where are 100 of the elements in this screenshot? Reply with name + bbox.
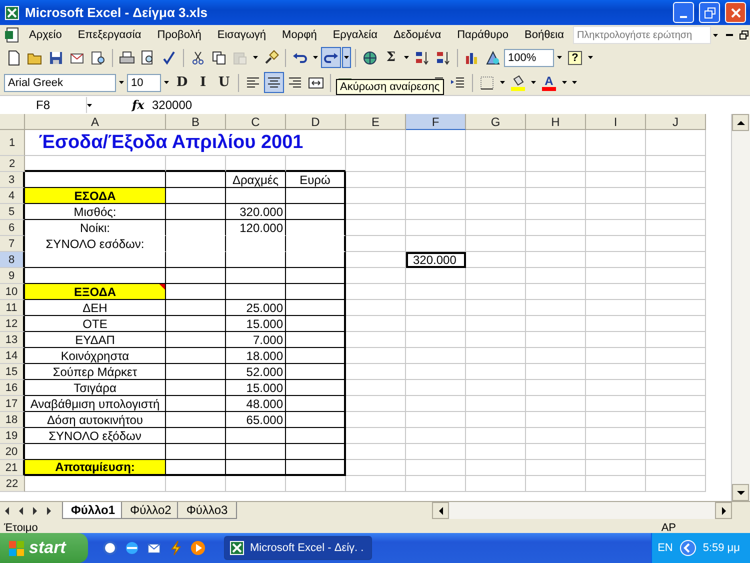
table-cell[interactable] [286,316,346,332]
table-cell[interactable] [25,252,166,268]
table-cell[interactable] [286,364,346,380]
table-cell[interactable]: ΣΥΝΟΛΟ εσόδων: [25,236,166,252]
table-cell[interactable]: ΟΤΕ [25,316,166,332]
combo-box[interactable]: Arial Greek [4,74,116,92]
row-header[interactable]: 9 [0,268,25,284]
row-header[interactable]: 21 [0,460,25,476]
table-cell[interactable]: Αποταμίευση: [25,460,166,476]
column-header[interactable]: F [406,114,466,130]
menu-item[interactable]: Δεδομένα [386,28,448,42]
table-cell[interactable]: 48.000 [226,396,286,412]
taskbar-button[interactable]: Microsoft Excel - Δείγ. . [224,536,372,560]
column-header[interactable]: I [586,114,646,130]
row-header[interactable]: 3 [0,172,25,188]
table-cell[interactable] [286,428,346,444]
combo-box[interactable]: 10 [127,74,161,92]
table-cell[interactable] [166,316,226,332]
table-cell[interactable] [286,396,346,412]
restore-button[interactable] [699,2,720,23]
row-header[interactable]: 14 [0,348,25,364]
function-label[interactable]: fx [132,98,152,112]
toolbar-button[interactable] [264,72,284,93]
table-cell[interactable]: Δόση αυτοκινήτου [25,412,166,428]
table-cell[interactable]: 320.000 [226,204,286,220]
table-cell[interactable]: Ευρώ [286,172,346,188]
column-header[interactable]: D [286,114,346,130]
table-cell[interactable]: Αναβάθμιση υπολογιστή [25,396,166,412]
table-cell[interactable]: ΕΥΔΑΠ [25,332,166,348]
table-cell[interactable]: 52.000 [226,364,286,380]
table-cell[interactable] [166,444,226,460]
menu-item[interactable]: Παράθυρο [450,28,516,42]
menu-item[interactable]: Αρχείο [22,28,69,42]
menu-item[interactable]: Βοήθεια [518,28,571,42]
table-cell[interactable] [166,332,226,348]
table-cell[interactable]: Μισθός: [25,204,166,220]
table-cell[interactable] [226,268,286,284]
table-cell[interactable] [286,412,346,428]
row-header[interactable]: 8 [0,252,25,268]
table-cell[interactable] [286,460,346,476]
row-header[interactable]: 6 [0,220,25,236]
sheet-tab[interactable]: Φύλλο3 [177,502,237,519]
table-cell[interactable] [166,412,226,428]
menu-item[interactable]: Προβολή [150,28,208,42]
table-cell[interactable]: ΕΣΟΔΑ [25,188,166,204]
active-cell[interactable]: 320.000 [406,252,466,268]
table-cell[interactable] [286,332,346,348]
scroll-left-button[interactable] [432,502,449,519]
table-cell[interactable]: 25.000 [226,300,286,316]
font-color-button[interactable]: A [539,72,559,93]
table-cell[interactable]: ΕΞΟΔΑ [25,284,166,300]
close-button[interactable] [725,2,746,23]
format-button[interactable]: I [193,72,213,93]
table-cell[interactable]: Νοίκι: [25,220,166,236]
row-header[interactable]: 18 [0,412,25,428]
row-header[interactable]: 12 [0,316,25,332]
table-cell[interactable] [166,460,226,476]
format-button[interactable]: D [172,72,192,93]
menu-item[interactable]: Μορφή [275,28,324,42]
table-cell[interactable] [286,380,346,396]
table-cell[interactable] [166,348,226,364]
row-header[interactable]: 1 [0,130,25,156]
table-cell[interactable] [166,284,226,300]
table-cell[interactable]: 15.000 [226,316,286,332]
column-header[interactable]: E [346,114,406,130]
table-cell[interactable] [166,172,226,188]
row-header[interactable]: 13 [0,332,25,348]
table-cell[interactable]: Τσιγάρα [25,380,166,396]
column-header[interactable]: C [226,114,286,130]
dropdown-button[interactable] [342,47,351,68]
formula-field[interactable]: 320000 [152,98,192,112]
minimize-button[interactable] [673,2,694,23]
row-header[interactable]: 16 [0,380,25,396]
menu-item[interactable]: Εισαγωγή [210,28,274,42]
format-button[interactable]: U [214,72,234,93]
table-cell[interactable]: 65.000 [226,412,286,428]
table-cell[interactable] [226,252,286,268]
table-cell[interactable] [166,364,226,380]
row-header[interactable]: 17 [0,396,25,412]
table-cell[interactable]: 7.000 [226,332,286,348]
table-cell[interactable] [166,396,226,412]
table-cell[interactable] [166,380,226,396]
table-cell[interactable]: 15.000 [226,380,286,396]
table-cell[interactable]: Σούπερ Μάρκετ [25,364,166,380]
table-cell[interactable] [166,204,226,220]
table-cell[interactable]: 120.000 [226,220,286,236]
column-header[interactable]: H [526,114,586,130]
toolbar-button[interactable] [321,47,341,68]
table-cell[interactable]: 18.000 [226,348,286,364]
table-cell[interactable] [286,204,346,220]
row-header[interactable]: 2 [0,156,25,172]
column-header[interactable]: A [25,114,166,130]
table-cell[interactable] [226,284,286,300]
row-header[interactable]: 19 [0,428,25,444]
column-header[interactable]: J [646,114,706,130]
table-cell[interactable] [286,348,346,364]
table-cell[interactable] [166,252,226,268]
table-cell[interactable]: Δραχμές [226,172,286,188]
name-box[interactable]: F8 [0,97,87,113]
select-all-button[interactable] [0,114,25,130]
